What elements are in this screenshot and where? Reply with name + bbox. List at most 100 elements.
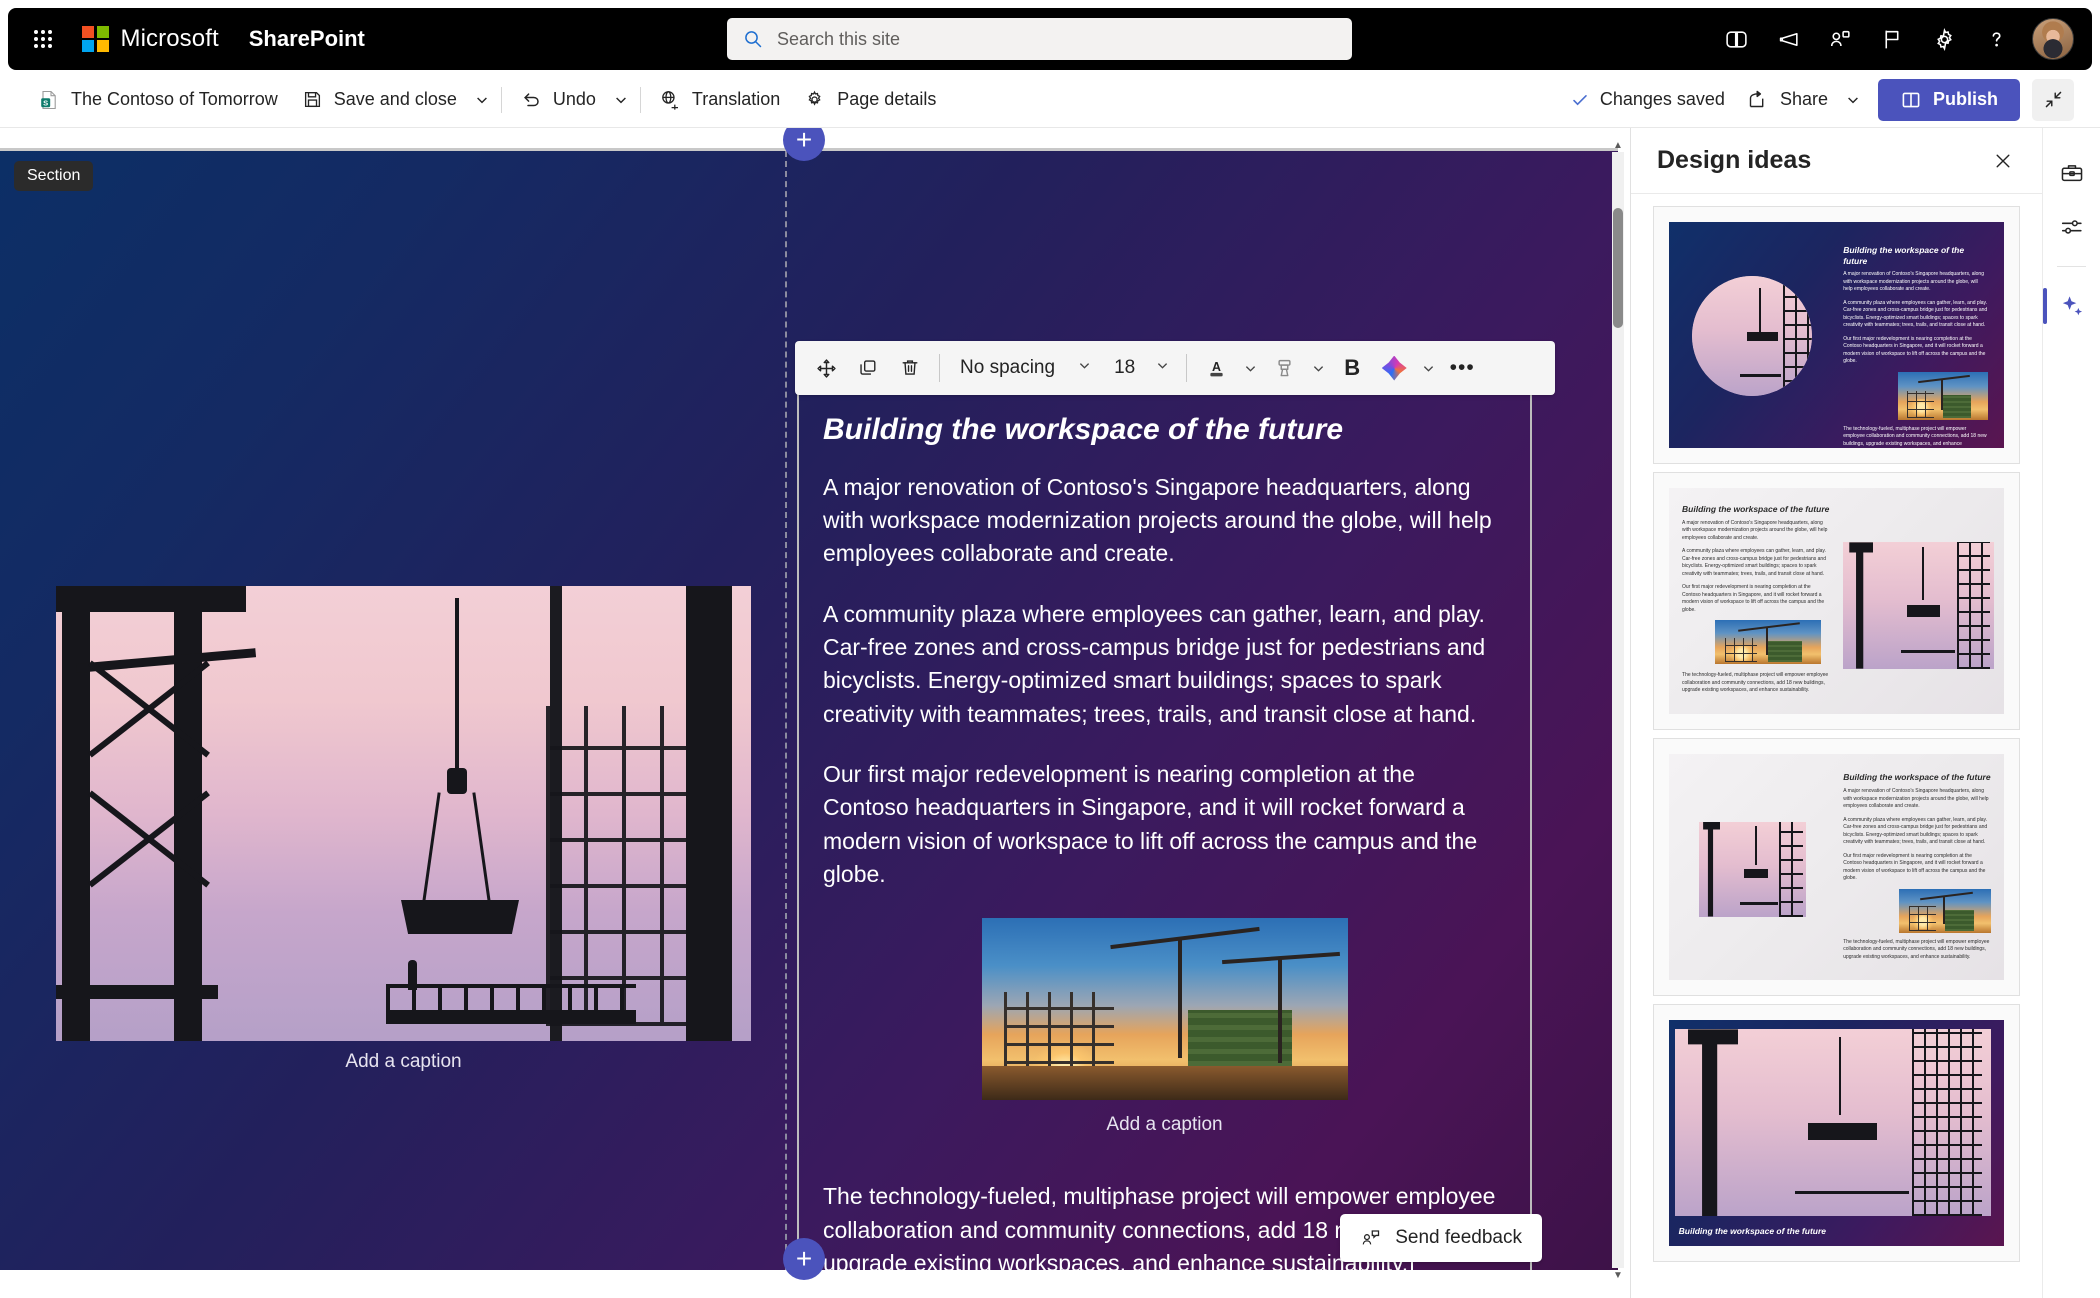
publish-book-icon: [1902, 92, 1920, 107]
app-launcher-waffle-icon[interactable]: [26, 22, 60, 56]
send-feedback-label: Send feedback: [1395, 1227, 1522, 1248]
idea-3-preview: Building the workspace of the future A m…: [1668, 754, 2005, 980]
idea-1-p1: A major renovation of Contoso's Singapor…: [1843, 271, 1984, 293]
panel-body: Building the workspace of the future A m…: [1631, 194, 2042, 1298]
highlight-chevron-down-icon[interactable]: [1305, 347, 1331, 389]
scroll-up-arrow-icon[interactable]: ▲: [1612, 138, 1624, 152]
search-input[interactable]: Search this site: [726, 18, 1352, 60]
share-label: Share: [1779, 89, 1828, 109]
delete-icon[interactable]: [889, 347, 931, 389]
divider: [1186, 354, 1188, 382]
inline-image-caption[interactable]: Add a caption: [982, 1114, 1348, 1136]
webpart-title[interactable]: Building the workspace of the future: [823, 411, 1506, 449]
idea-1-title: Building the workspace of the future: [1843, 244, 1965, 266]
page-section[interactable]: Section Add a caption Building the works…: [0, 151, 1618, 1270]
translation-icon: [662, 90, 678, 110]
column-divider: [785, 151, 787, 1270]
idea-2-title: Building the workspace of the future: [1682, 504, 1830, 515]
collapse-button[interactable]: [2032, 78, 2074, 121]
highlight-icon[interactable]: [1263, 347, 1305, 389]
checkmark-icon: [1573, 94, 1587, 105]
save-and-close-label: Save and close: [333, 89, 457, 109]
translation-button[interactable]: Translation: [647, 80, 792, 120]
close-icon[interactable]: [1986, 144, 2020, 178]
copilot-icon[interactable]: [1373, 347, 1415, 389]
undo-icon: [523, 92, 539, 106]
font-size-dropdown[interactable]: 18: [1100, 347, 1178, 389]
idea-2-preview: Building the workspace of the future A m…: [1668, 488, 2005, 714]
contrast-icon[interactable]: [1714, 17, 1758, 61]
image-beam-right: [536, 586, 751, 1041]
design-ideas-sparkle-icon[interactable]: [2043, 279, 2100, 333]
font-color-icon[interactable]: A: [1195, 347, 1237, 389]
microsoft-logo[interactable]: Microsoft: [82, 25, 219, 53]
design-idea-option-3[interactable]: Building the workspace of the future A m…: [1653, 738, 2020, 996]
idea-1-inline-image: [1898, 371, 1988, 420]
copilot-chevron-down-icon[interactable]: [1415, 347, 1441, 389]
idea-3-p4: The technology-fueled, multiphase projec…: [1843, 938, 1990, 960]
panel-title: Design ideas: [1657, 146, 1812, 174]
save-and-close-chevron-down-icon[interactable]: [469, 80, 495, 120]
save-and-close-button[interactable]: Save and close: [290, 80, 469, 120]
paragraph-style-value: No spacing: [960, 357, 1056, 378]
gear-icon[interactable]: [1922, 17, 1966, 61]
idea-3-inline-image: [1899, 888, 1991, 933]
undo-label: Undo: [552, 89, 596, 109]
scroll-down-arrow-icon[interactable]: ▼: [1612, 1268, 1624, 1282]
webpart-paragraph-2[interactable]: A community plaza where employees can ga…: [823, 598, 1506, 731]
page-title-breadcrumb[interactable]: S The Contoso of Tomorrow: [26, 80, 290, 120]
image-beam-left: [56, 586, 257, 1041]
page-settings-icon[interactable]: [2043, 200, 2100, 254]
share-icon: [1749, 90, 1764, 107]
design-idea-option-1[interactable]: Building the workspace of the future A m…: [1653, 206, 2020, 464]
add-section-bottom-button[interactable]: +: [783, 1238, 825, 1280]
left-image-caption[interactable]: Add a caption: [56, 1051, 751, 1073]
more-options-button[interactable]: •••: [1441, 347, 1483, 389]
idea-1-p4: The technology-fueled, multiphase projec…: [1843, 425, 1987, 447]
megaphone-icon[interactable]: [1766, 17, 1810, 61]
design-idea-option-4[interactable]: Building the workspace of the future: [1653, 1004, 2020, 1262]
page-details-button[interactable]: Page details: [792, 80, 948, 120]
font-color-chevron-down-icon[interactable]: [1237, 347, 1263, 389]
share-button[interactable]: Share: [1735, 80, 1840, 120]
microsoft-squares-icon: [82, 25, 109, 53]
design-idea-option-2[interactable]: Building the workspace of the future A m…: [1653, 472, 2020, 730]
page-title-label: The Contoso of Tomorrow: [71, 89, 278, 109]
page-canvas: + Section Add a caption Building the wor…: [0, 128, 1630, 1298]
idea-3-p1: A major renovation of Contoso's Singapor…: [1843, 788, 1989, 809]
undo-chevron-down-icon[interactable]: [608, 80, 634, 120]
canvas-scrollbar[interactable]: ▲ ▼: [1612, 140, 1624, 1281]
idea-2-p1: A major renovation of Contoso's Singapor…: [1682, 519, 1828, 541]
hero-image-construction-sunset[interactable]: [56, 586, 751, 1041]
idea-1-preview: Building the workspace of the future A m…: [1668, 222, 2005, 448]
duplicate-icon[interactable]: [847, 347, 889, 389]
publish-button[interactable]: Publish: [1877, 78, 2020, 121]
text-webpart[interactable]: Building the workspace of the future A m…: [797, 383, 1532, 1270]
paragraph-style-dropdown[interactable]: No spacing: [948, 347, 1100, 389]
help-icon[interactable]: [1974, 17, 2018, 61]
scrollbar-thumb[interactable]: [1613, 208, 1623, 328]
app-name-sharepoint[interactable]: SharePoint: [249, 26, 365, 52]
status-label: Changes saved: [1599, 89, 1725, 109]
share-chevron-down-icon[interactable]: [1840, 80, 1866, 120]
font-size-value: 18: [1114, 357, 1136, 378]
move-handle-icon[interactable]: [805, 347, 847, 389]
idea-2-p4: The technology-fueled, multiphase projec…: [1682, 672, 1829, 694]
idea-4-title: Building the workspace of the future: [1678, 1225, 1826, 1236]
avatar[interactable]: [2032, 18, 2074, 60]
send-feedback-button[interactable]: Send feedback: [1340, 1214, 1542, 1262]
bold-button[interactable]: B: [1331, 347, 1373, 389]
save-icon: [304, 91, 320, 108]
right-rail: [2042, 128, 2100, 1298]
people-share-icon[interactable]: [1818, 17, 1862, 61]
webpart-paragraph-3[interactable]: Our first major redevelopment is nearing…: [823, 758, 1506, 891]
undo-button[interactable]: Undo: [508, 80, 608, 120]
webpart-paragraph-1[interactable]: A major renovation of Contoso's Singapor…: [823, 471, 1506, 571]
page-details-gear-icon: [808, 90, 821, 106]
inline-image-cranes[interactable]: [981, 918, 1348, 1101]
feedback-person-icon: [1362, 1230, 1380, 1245]
idea-4-full-bleed-image: [1675, 1029, 1991, 1217]
toolbox-icon[interactable]: [2043, 146, 2100, 200]
svg-text:S: S: [43, 98, 48, 107]
flag-icon[interactable]: [1870, 17, 1914, 61]
